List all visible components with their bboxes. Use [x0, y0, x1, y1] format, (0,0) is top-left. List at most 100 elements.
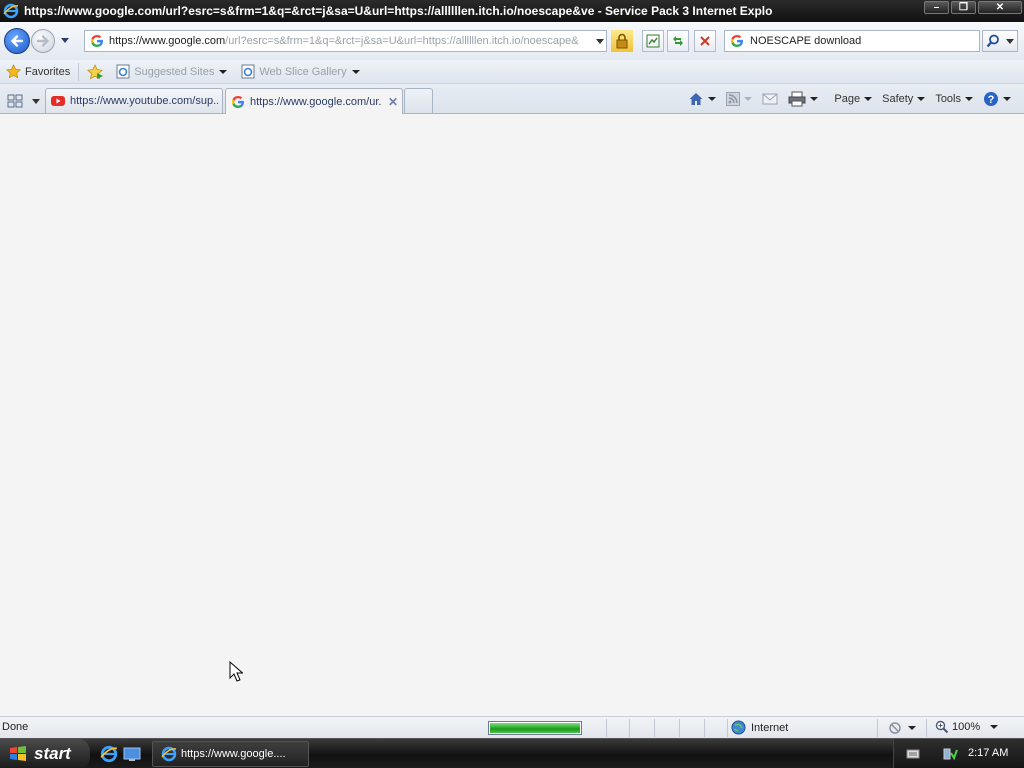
- separator: [727, 719, 728, 737]
- separator: [877, 719, 878, 737]
- status-bar: Done Internet 100%: [0, 716, 1024, 738]
- security-report-button[interactable]: [611, 30, 633, 52]
- system-tray: 2:17 AM: [893, 739, 1024, 768]
- windows-logo-icon: [10, 746, 26, 761]
- internet-explorer-icon: [3, 3, 19, 19]
- globe-icon: [731, 720, 746, 735]
- chevron-down-icon: [596, 39, 604, 44]
- compatibility-view-button[interactable]: [642, 30, 664, 52]
- separator: [926, 719, 927, 737]
- ie-page-icon: [241, 64, 255, 79]
- zoom-icon: [935, 720, 949, 734]
- add-favorite-icon: [87, 63, 104, 79]
- mouse-cursor-icon: [229, 661, 243, 682]
- stop-button[interactable]: [694, 30, 716, 52]
- help-icon: ?: [984, 92, 998, 106]
- tools-menu-label: Tools: [935, 93, 961, 105]
- navigation-bar: https://www.google.com/url?esrc=s&frm=1&…: [0, 22, 1024, 60]
- caret-down-icon: [744, 97, 753, 101]
- web-slice-gallery-link[interactable]: Web Slice Gallery: [237, 61, 363, 83]
- safety-menu[interactable]: Safety: [877, 88, 930, 110]
- compatibility-view-icon: [646, 34, 660, 48]
- back-button[interactable]: [4, 28, 30, 54]
- caret-down-icon[interactable]: [708, 97, 717, 101]
- mail-icon: [762, 93, 778, 105]
- favorites-button[interactable]: Favorites: [0, 61, 74, 83]
- google-icon: [91, 35, 103, 47]
- zoom-level: 100%: [952, 721, 981, 733]
- youtube-icon: [51, 96, 65, 106]
- print-button[interactable]: [783, 88, 823, 110]
- caret-down-icon: [864, 97, 873, 101]
- favorites-bar: Favorites Suggested Sites Web Slice Gall…: [0, 60, 1024, 84]
- maximize-button[interactable]: ❐: [951, 1, 976, 14]
- tab-bar: https://www.youtube.com/sup... https://w…: [0, 84, 1024, 114]
- zoom-control[interactable]: 100%: [935, 720, 999, 734]
- clock: 2:17 AM: [968, 747, 1009, 759]
- favorites-label: Favorites: [25, 65, 71, 78]
- help-menu[interactable]: ?: [978, 88, 1016, 110]
- page-menu[interactable]: Page: [829, 88, 877, 110]
- read-mail-button[interactable]: [757, 88, 783, 110]
- url-field[interactable]: https://www.google.com/url?esrc=s&frm=1&…: [109, 35, 595, 47]
- security-zone[interactable]: Internet: [731, 720, 788, 735]
- window-title: https://www.google.com/url?esrc=s&frm=1&…: [24, 4, 773, 18]
- internet-explorer-icon[interactable]: [100, 745, 118, 763]
- progress-fill: [490, 723, 580, 733]
- new-tab-button[interactable]: [404, 88, 433, 113]
- search-input[interactable]: [750, 35, 976, 47]
- caret-down-icon: [351, 69, 360, 74]
- feeds-button[interactable]: [721, 88, 757, 110]
- progress-bar: [488, 721, 582, 735]
- show-desktop-icon[interactable]: [123, 745, 141, 763]
- search-box[interactable]: [724, 30, 980, 52]
- tab-list-dropdown-icon[interactable]: [32, 97, 40, 105]
- lock-icon: [616, 33, 628, 49]
- address-dropdown[interactable]: [595, 30, 605, 52]
- tab-label: https://www.google.com/ur...: [250, 95, 382, 108]
- address-bar[interactable]: https://www.google.com/url?esrc=s&frm=1&…: [84, 30, 607, 52]
- search-button[interactable]: [982, 30, 1018, 52]
- google-icon: [232, 95, 244, 108]
- zone-label: Internet: [751, 721, 789, 734]
- forward-button[interactable]: [31, 29, 55, 53]
- network-shield-icon[interactable]: [942, 746, 958, 762]
- tab-youtube[interactable]: https://www.youtube.com/sup...: [45, 88, 223, 113]
- refresh-button[interactable]: [667, 30, 689, 52]
- web-slice-gallery-label: Web Slice Gallery: [259, 65, 347, 78]
- url-prefix: https://www.: [109, 35, 169, 47]
- refresh-icon: [673, 36, 683, 46]
- add-to-favorites-bar-button[interactable]: [83, 61, 112, 83]
- recent-pages-dropdown-icon[interactable]: [60, 35, 70, 45]
- suggested-sites-label: Suggested Sites: [134, 65, 215, 78]
- rss-feed-icon: [726, 92, 741, 106]
- page-menu-label: Page: [834, 93, 861, 105]
- taskbar-window-button[interactable]: https://www.google....: [152, 741, 309, 767]
- suggested-sites-link[interactable]: Suggested Sites: [112, 61, 231, 83]
- home-icon: [689, 93, 703, 105]
- caret-down-icon: [917, 97, 926, 101]
- close-button[interactable]: ✕: [978, 1, 1022, 14]
- quick-tabs-button[interactable]: [6, 90, 42, 112]
- tools-menu[interactable]: Tools: [930, 88, 978, 110]
- close-tab-icon[interactable]: ✕: [388, 95, 398, 109]
- separator: [606, 719, 607, 737]
- home-button[interactable]: [683, 88, 721, 110]
- search-options-dropdown-icon[interactable]: [1006, 37, 1014, 45]
- taskbar-window-label: https://www.google....: [181, 748, 286, 760]
- start-label: start: [34, 744, 71, 763]
- url-host: google.com: [168, 35, 226, 47]
- page-content-area[interactable]: [0, 114, 1024, 716]
- taskbar: start https://www.google.... 2:17 AM: [0, 738, 1024, 768]
- caret-down-icon: [990, 725, 999, 729]
- caret-down-icon: [1003, 97, 1011, 101]
- arrow-right-icon: [36, 35, 50, 47]
- caret-down-icon: [965, 97, 973, 101]
- start-button[interactable]: start: [0, 739, 90, 768]
- protected-mode-button[interactable]: [888, 720, 916, 736]
- minimize-button[interactable]: –: [924, 1, 949, 14]
- tab-google[interactable]: https://www.google.com/ur... ✕: [225, 88, 403, 114]
- printer-icon: [788, 91, 806, 107]
- keyboard-icon[interactable]: [906, 748, 920, 760]
- caret-down-icon[interactable]: [810, 97, 819, 101]
